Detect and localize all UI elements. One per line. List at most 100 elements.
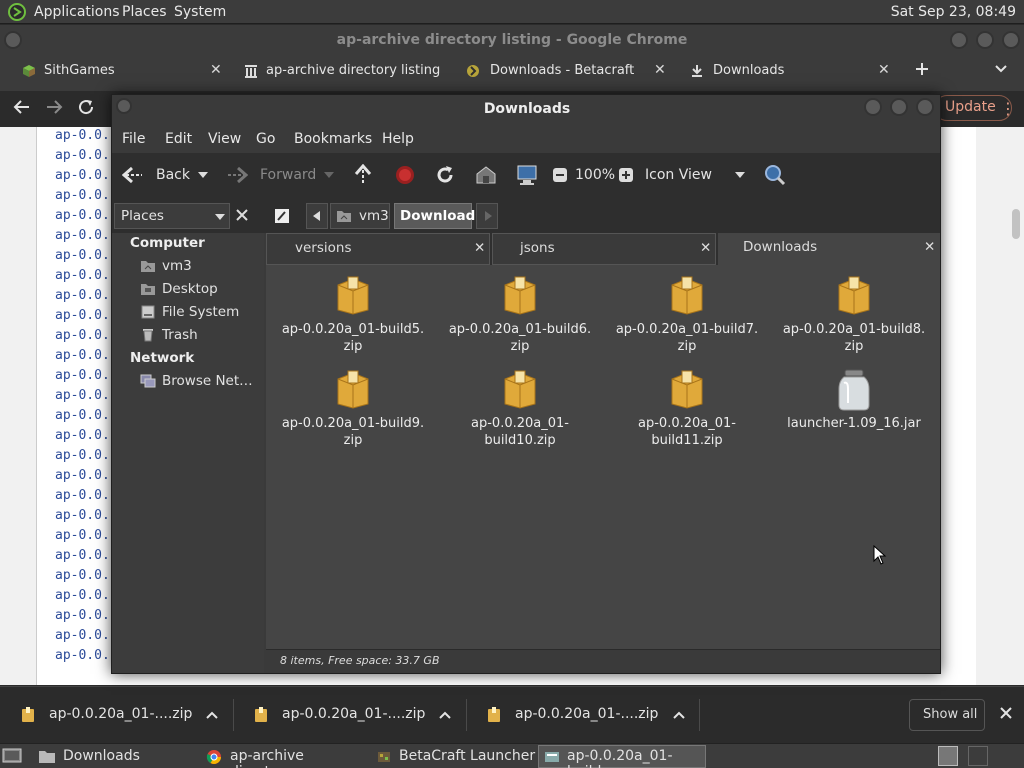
show-all-button[interactable]: Show all bbox=[909, 699, 985, 731]
chevron-up-icon[interactable] bbox=[206, 711, 218, 719]
listing-link[interactable]: ap-0.0. bbox=[55, 308, 110, 323]
file-item[interactable]: ap-0.0.20a_01-build9. zip bbox=[278, 369, 428, 449]
up-arrow-icon[interactable] bbox=[354, 164, 372, 186]
workspace-switcher[interactable] bbox=[968, 746, 988, 766]
minimize-button[interactable] bbox=[950, 31, 968, 49]
menu-bookmarks[interactable]: Bookmarks bbox=[294, 131, 372, 147]
taskbar-item-active[interactable]: ap-0.0.20a_01-build… bbox=[538, 745, 706, 768]
tab-close-icon[interactable]: ✕ bbox=[654, 62, 666, 78]
maximize-button[interactable] bbox=[890, 98, 908, 116]
tab-versions[interactable]: versions ✕ bbox=[266, 233, 490, 265]
listing-link[interactable]: ap-0.0. bbox=[55, 468, 110, 483]
file-item[interactable]: ap-0.0.20a_01- build11.zip bbox=[612, 369, 762, 449]
sidebar-item-vm3[interactable]: vm3 bbox=[162, 258, 192, 274]
zoom-level[interactable]: 100% bbox=[575, 167, 615, 183]
kebab-menu-icon[interactable]: ⋮ bbox=[1000, 99, 1016, 118]
sidebar-item-desktop[interactable]: Desktop bbox=[162, 281, 218, 297]
distro-logo-icon[interactable] bbox=[8, 3, 26, 21]
minimize-button[interactable] bbox=[864, 98, 882, 116]
system-menu[interactable]: System bbox=[174, 4, 226, 20]
menu-go[interactable]: Go bbox=[256, 131, 275, 147]
listing-link[interactable]: ap-0.0. bbox=[55, 268, 110, 283]
listing-link[interactable]: ap-0.0. bbox=[55, 188, 110, 203]
close-pane-icon[interactable] bbox=[236, 209, 248, 221]
clock[interactable]: Sat Sep 23, 08:49 bbox=[891, 4, 1016, 20]
browser-tab[interactable]: Downloads - Betacraft ✕ bbox=[458, 56, 680, 86]
forward-button[interactable]: Forward bbox=[260, 167, 316, 183]
sidebar-item-trash[interactable]: Trash bbox=[162, 327, 198, 343]
listing-link[interactable]: ap-0.0. bbox=[55, 288, 110, 303]
tab-close-icon[interactable]: ✕ bbox=[924, 239, 935, 255]
browser-tab[interactable]: Downloads ✕ bbox=[680, 56, 902, 86]
path-segment-active[interactable]: Downloads bbox=[394, 203, 483, 229]
listing-link[interactable]: ap-0.0. bbox=[55, 528, 110, 543]
path-right-button[interactable] bbox=[476, 203, 498, 229]
listing-link[interactable]: ap-0.0. bbox=[55, 348, 110, 363]
download-item[interactable]: ap-0.0.20a_01-....zip bbox=[234, 687, 467, 743]
listing-link[interactable]: ap-0.0. bbox=[55, 368, 110, 383]
file-item[interactable]: ap-0.0.20a_01- build10.zip bbox=[445, 369, 595, 449]
chevron-up-icon[interactable] bbox=[439, 711, 451, 719]
view-mode-dropdown[interactable] bbox=[735, 172, 745, 178]
taskbar-item[interactable]: BetaCraft Launcher … bbox=[370, 745, 536, 768]
chevron-up-icon[interactable] bbox=[673, 711, 685, 719]
menu-edit[interactable]: Edit bbox=[165, 131, 192, 147]
tab-close-icon[interactable]: ✕ bbox=[700, 240, 711, 256]
menu-help[interactable]: Help bbox=[382, 131, 414, 147]
maximize-button[interactable] bbox=[976, 31, 994, 49]
sidebar-item-file-system[interactable]: File System bbox=[162, 304, 239, 320]
zoom-in-icon[interactable] bbox=[618, 167, 634, 183]
tab-jsons[interactable]: jsons ✕ bbox=[492, 233, 716, 265]
page-scrollbar[interactable] bbox=[1008, 127, 1024, 685]
show-desktop-icon[interactable] bbox=[2, 747, 22, 765]
search-icon[interactable] bbox=[764, 164, 786, 186]
side-pane-selector[interactable]: Places bbox=[114, 203, 230, 229]
forward-arrow-icon[interactable] bbox=[226, 166, 248, 184]
tab-downloads[interactable]: Downloads ✕ bbox=[718, 233, 940, 265]
file-item[interactable]: launcher-1.09_16.jar bbox=[779, 369, 929, 432]
listing-link[interactable]: ap-0.0. bbox=[55, 228, 110, 243]
path-left-button[interactable] bbox=[306, 203, 328, 229]
listing-link[interactable]: ap-0.0. bbox=[55, 648, 110, 663]
listing-link[interactable]: ap-0.0. bbox=[55, 148, 110, 163]
browser-tab[interactable]: ap-archive directory listing bbox=[236, 56, 458, 86]
back-history-dropdown[interactable] bbox=[198, 172, 208, 178]
zoom-out-icon[interactable] bbox=[552, 167, 568, 183]
listing-link[interactable]: ap-0.0. bbox=[55, 408, 110, 423]
tab-close-icon[interactable]: ✕ bbox=[210, 62, 222, 78]
path-segment[interactable]: vm3 bbox=[330, 203, 390, 229]
tab-search-icon[interactable] bbox=[994, 64, 1008, 74]
back-arrow-icon[interactable] bbox=[13, 98, 31, 116]
listing-link[interactable]: ap-0.0. bbox=[55, 208, 110, 223]
close-shelf-icon[interactable] bbox=[999, 706, 1013, 720]
listing-link[interactable]: ap-0.0. bbox=[55, 608, 110, 623]
menu-file[interactable]: File bbox=[122, 131, 145, 147]
workspace-switcher[interactable] bbox=[938, 746, 958, 766]
menu-view[interactable]: View bbox=[208, 131, 241, 147]
places-menu[interactable]: Places bbox=[122, 4, 167, 20]
download-item[interactable]: ap-0.0.20a_01-....zip bbox=[467, 687, 700, 743]
tab-close-icon[interactable]: ✕ bbox=[878, 62, 890, 78]
sidebar-item-browse-network[interactable]: Browse Net… bbox=[162, 373, 253, 389]
listing-link[interactable]: ap-0.0. bbox=[55, 248, 110, 263]
back-button[interactable]: Back bbox=[156, 167, 190, 183]
taskbar-item[interactable]: ap-archive directory… bbox=[200, 745, 368, 768]
tab-close-icon[interactable]: ✕ bbox=[474, 240, 485, 256]
listing-link[interactable]: ap-0.0. bbox=[55, 508, 110, 523]
taskbar-item[interactable]: Downloads bbox=[32, 745, 198, 768]
file-item[interactable]: ap-0.0.20a_01-build6. zip bbox=[445, 275, 595, 355]
listing-link[interactable]: ap-0.0. bbox=[55, 568, 110, 583]
computer-icon[interactable] bbox=[516, 164, 538, 186]
close-button[interactable] bbox=[916, 98, 934, 116]
reload-icon[interactable] bbox=[77, 98, 95, 116]
forward-arrow-icon[interactable] bbox=[45, 98, 63, 116]
listing-link[interactable]: ap-0.0. bbox=[55, 588, 110, 603]
file-item[interactable]: ap-0.0.20a_01-build8. zip bbox=[779, 275, 929, 355]
listing-link[interactable]: ap-0.0. bbox=[55, 488, 110, 503]
new-tab-icon[interactable] bbox=[914, 61, 930, 77]
download-item[interactable]: ap-0.0.20a_01-....zip bbox=[0, 687, 234, 743]
listing-link[interactable]: ap-0.0. bbox=[55, 128, 110, 143]
back-arrow-icon[interactable] bbox=[122, 166, 144, 184]
scrollbar-thumb[interactable] bbox=[1012, 209, 1020, 239]
listing-link[interactable]: ap-0.0. bbox=[55, 448, 110, 463]
